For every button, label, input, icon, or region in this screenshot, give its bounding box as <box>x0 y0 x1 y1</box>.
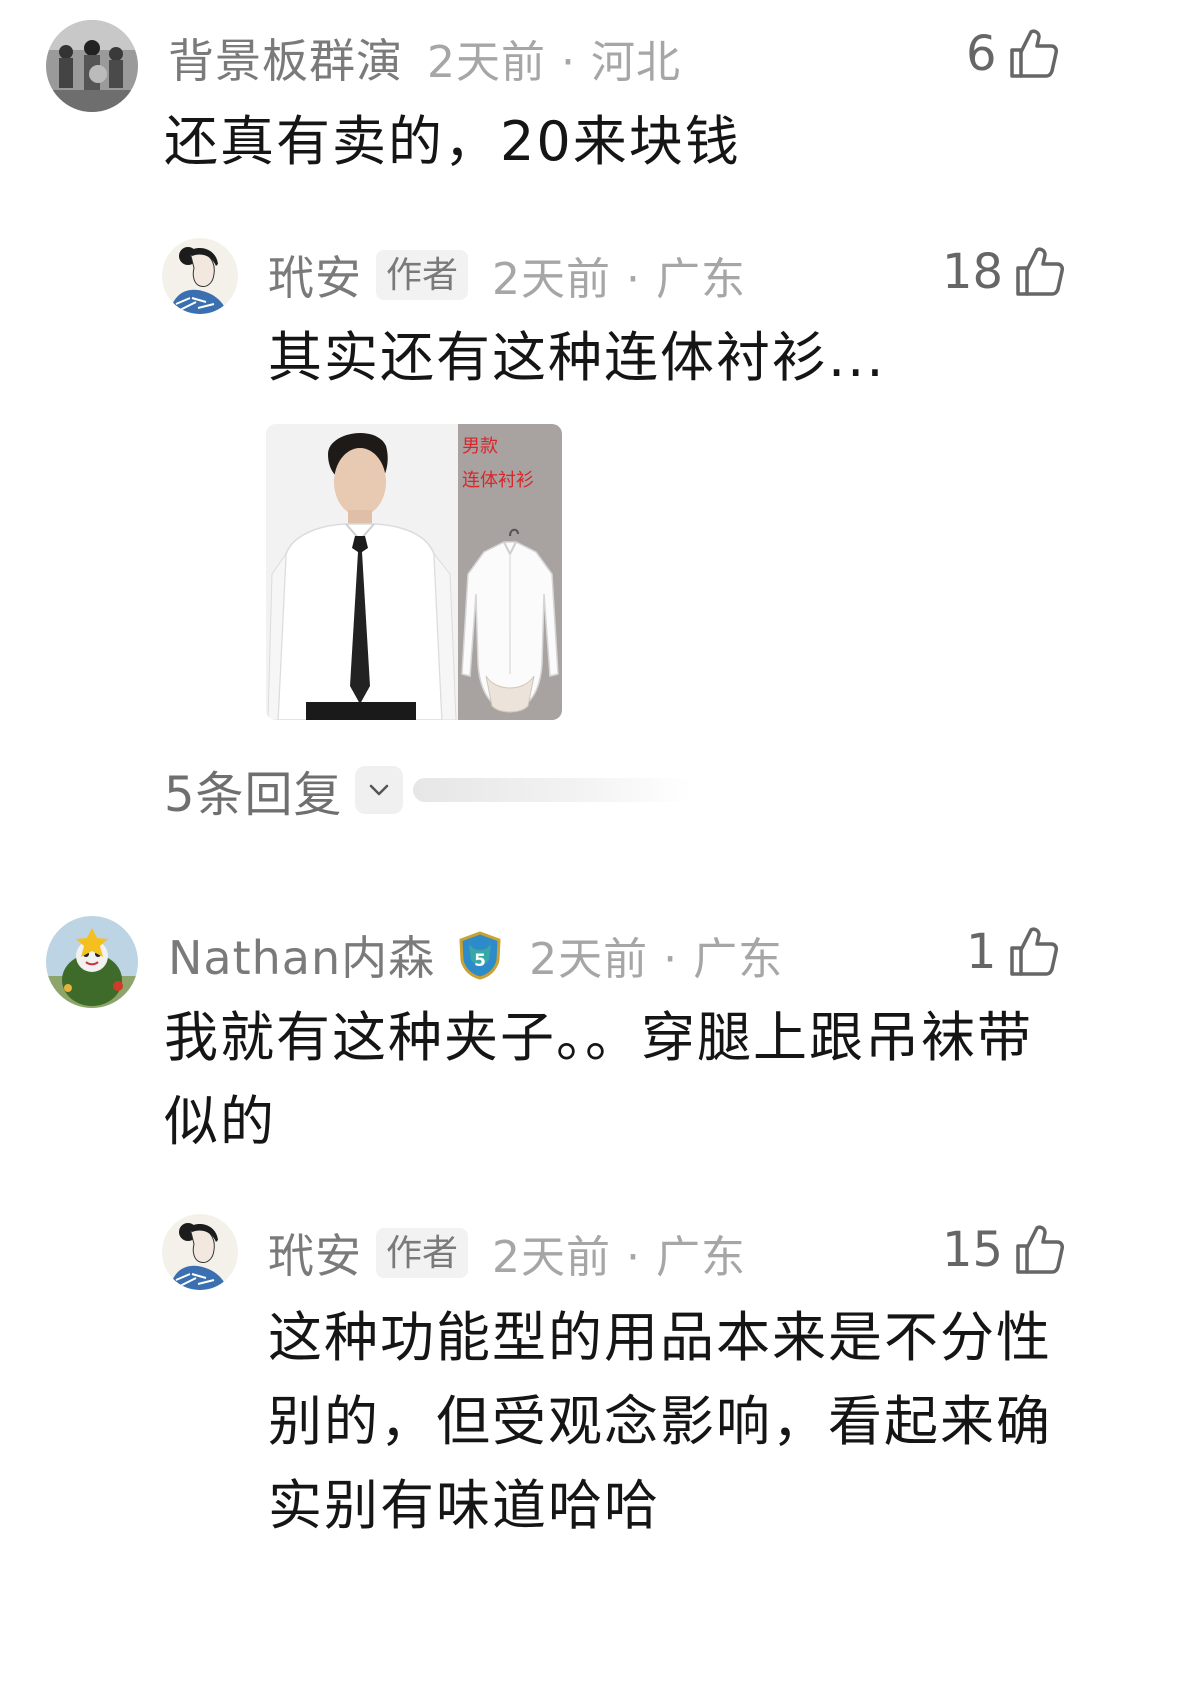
author-avatar[interactable] <box>162 1214 238 1290</box>
like-button[interactable]: 1 <box>966 922 1059 982</box>
crowd-photo-avatar-icon <box>46 20 138 112</box>
comment-meta: 背景板群演 2天前 · 河北 <box>168 28 681 88</box>
like-button[interactable]: 15 <box>942 1220 1065 1280</box>
comment-meta: 玳安 作者 2天前 · 广东 <box>268 1222 746 1284</box>
shirt-product-photo: 男款 连体衬衫 <box>266 424 562 720</box>
author-tag: 作者 <box>376 1228 469 1278</box>
thumbs-up-icon <box>1009 28 1059 80</box>
image-label-gender: 男款 <box>462 436 498 457</box>
image-label-product: 连体衬衫 <box>462 470 534 491</box>
level-number: 5 <box>474 951 486 971</box>
view-replies-button[interactable]: 5条回复 <box>164 760 693 823</box>
thumbs-up-icon <box>1009 926 1059 978</box>
username[interactable]: 玳安 <box>268 242 362 308</box>
time-location: 2天前 · 河北 <box>427 37 681 88</box>
user-avatar[interactable] <box>46 20 138 112</box>
username[interactable]: Nathan内森 <box>168 922 435 988</box>
reply-count: 5条回复 <box>164 767 343 823</box>
comment-meta: Nathan内森 5 2天前 · 广东 <box>168 924 783 986</box>
comment-meta: 玳安 作者 2天前 · 广东 <box>268 244 746 306</box>
username[interactable]: 背景板群演 <box>168 25 403 91</box>
ink-portrait-avatar-icon <box>162 238 238 314</box>
ink-portrait-avatar-icon <box>162 1214 238 1290</box>
thumbs-up-icon <box>1015 246 1065 298</box>
username[interactable]: 玳安 <box>268 1220 362 1286</box>
like-button[interactable]: 18 <box>942 242 1065 302</box>
like-button[interactable]: 6 <box>966 24 1058 84</box>
comment-text: 我就有这种夹子。。穿腿上跟吊袜带似的 <box>164 1006 1033 1153</box>
like-count: 1 <box>966 924 997 980</box>
plush-toy-avatar-icon <box>46 916 138 1008</box>
time-location: 2天前 · 广东 <box>492 254 746 305</box>
author-tag: 作者 <box>376 250 469 300</box>
chevron-down-icon <box>354 766 403 814</box>
comment-text: 这种功能型的用品本来是不分性别的，但受观念影响，看起来确实别有味道哈哈 <box>268 1306 1052 1537</box>
like-count: 6 <box>966 26 997 82</box>
author-avatar[interactable] <box>162 238 238 314</box>
thumbs-up-icon <box>1015 1224 1065 1276</box>
user-avatar[interactable] <box>46 916 138 1008</box>
comment-text: 其实还有这种连体衬衫... <box>268 326 886 389</box>
time-location: 2天前 · 广东 <box>529 934 784 985</box>
comment-image[interactable]: 男款 连体衬衫 <box>266 424 562 720</box>
reply-preview-blur <box>412 778 693 802</box>
comment-text: 还真有卖的，20来块钱 <box>164 110 741 173</box>
like-count: 18 <box>942 244 1004 300</box>
like-count: 15 <box>942 1222 1004 1278</box>
time-location: 2天前 · 广东 <box>492 1232 746 1283</box>
level-badge-icon: 5 <box>455 930 505 980</box>
